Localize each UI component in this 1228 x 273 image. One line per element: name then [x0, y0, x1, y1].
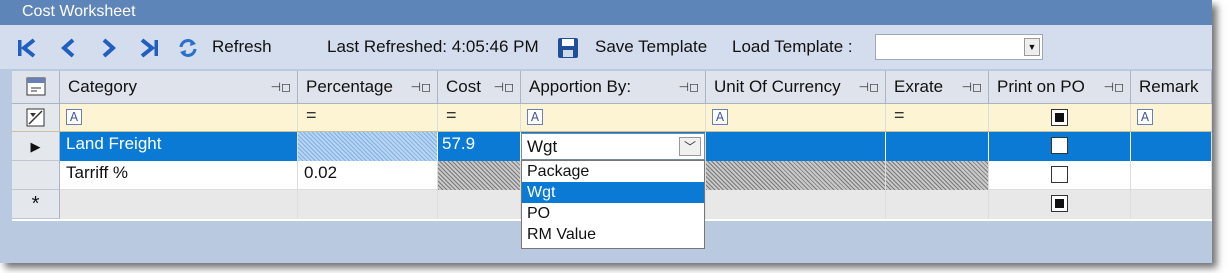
- new-row-icon[interactable]: *: [12, 190, 60, 219]
- cell-print-on-po[interactable]: [989, 161, 1131, 190]
- column-header-category[interactable]: Category ⊣◻: [60, 71, 298, 104]
- filter-exrate[interactable]: =: [886, 104, 989, 131]
- filter-cost[interactable]: =: [438, 104, 521, 131]
- filter-percentage[interactable]: =: [298, 104, 438, 131]
- column-chooser-corner[interactable]: [12, 71, 60, 104]
- column-header-label: Exrate: [894, 77, 944, 96]
- cell-unit-of-currency[interactable]: [706, 161, 886, 190]
- filter-operator-contains[interactable]: A: [1137, 109, 1153, 125]
- dropdown-option-rm-value[interactable]: RM Value: [522, 224, 704, 245]
- cell-category[interactable]: Land Freight: [60, 132, 298, 161]
- print-on-po-checkbox[interactable]: [1051, 166, 1068, 183]
- cell-print-on-po[interactable]: [989, 132, 1131, 161]
- print-on-po-checkbox[interactable]: [1051, 137, 1068, 154]
- filter-print-on-po[interactable]: [989, 104, 1131, 131]
- cell-cost[interactable]: 57.9: [438, 132, 521, 161]
- current-row-indicator-icon[interactable]: ▶: [12, 132, 60, 161]
- cell-cost[interactable]: [438, 190, 521, 219]
- filter-operator-contains[interactable]: A: [712, 109, 728, 125]
- filter-operator-equals[interactable]: =: [306, 105, 317, 126]
- cell-unit-of-currency[interactable]: [706, 132, 886, 161]
- cell-percentage[interactable]: 0.02: [298, 161, 438, 190]
- refresh-button[interactable]: Refresh: [212, 25, 272, 69]
- apportion-by-value: Wgt: [527, 137, 558, 156]
- column-header-label: Category: [68, 77, 137, 96]
- window-title: Cost Worksheet: [0, 0, 1212, 25]
- dropdown-option-po[interactable]: PO: [522, 203, 704, 224]
- filter-row-header[interactable]: [12, 104, 60, 131]
- cell-remark[interactable]: [1131, 190, 1212, 219]
- column-header-exrate[interactable]: Exrate ⊣◻: [886, 71, 989, 104]
- row-header[interactable]: [12, 161, 60, 190]
- filter-remark[interactable]: A: [1131, 104, 1212, 131]
- pin-icon[interactable]: ⊣◻: [679, 71, 699, 103]
- apportion-by-editor[interactable]: Wgt ﹀: [521, 133, 705, 160]
- pin-icon[interactable]: ⊣◻: [859, 71, 879, 103]
- save-template-button[interactable]: Save Template: [595, 25, 707, 69]
- filter-operator-equals[interactable]: =: [446, 105, 457, 126]
- filter-operator-equals[interactable]: =: [894, 105, 905, 126]
- load-template-combo[interactable]: ▼: [875, 34, 1043, 60]
- column-header-label: Remark: [1139, 77, 1199, 96]
- filter-print-on-po-checkbox[interactable]: [1051, 109, 1068, 126]
- column-header-unit-of-currency[interactable]: Unit Of Currency ⊣◻: [706, 71, 886, 104]
- last-refreshed-text: Last Refreshed: 4:05:46 PM: [327, 37, 539, 56]
- column-chooser-icon: [26, 77, 46, 96]
- column-header-cost[interactable]: Cost ⊣◻: [438, 71, 521, 104]
- cell-exrate[interactable]: [886, 190, 989, 219]
- pin-icon[interactable]: ⊣◻: [411, 71, 431, 103]
- dropdown-option-package[interactable]: Package: [522, 161, 704, 182]
- cell-category[interactable]: Tarriff %: [60, 161, 298, 190]
- cell-category[interactable]: [60, 190, 298, 219]
- cell-percentage[interactable]: [298, 132, 438, 161]
- column-header-label: Percentage: [306, 77, 393, 96]
- chevron-down-icon[interactable]: ▼: [1024, 38, 1040, 56]
- column-header-label: Unit Of Currency: [714, 77, 841, 96]
- apportion-by-dropdown: Package Wgt PO RM Value: [521, 160, 705, 249]
- cell-print-on-po[interactable]: [989, 190, 1131, 219]
- toolbar: Refresh Last Refreshed: 4:05:46 PM Save …: [0, 25, 1212, 69]
- column-header-apportion-by[interactable]: Apportion By: ⊣◻: [521, 71, 706, 104]
- cell-cost[interactable]: [438, 161, 521, 190]
- last-record-icon[interactable]: [138, 37, 160, 59]
- cell-remark[interactable]: [1131, 132, 1212, 161]
- cell-exrate[interactable]: [886, 161, 989, 190]
- chevron-down-icon[interactable]: ﹀: [679, 137, 701, 156]
- cell-percentage[interactable]: [298, 190, 438, 219]
- save-icon[interactable]: [557, 37, 579, 59]
- column-header-print-on-po[interactable]: Print on PO ⊣◻: [989, 71, 1131, 104]
- column-header-label: Cost: [446, 77, 481, 96]
- cell-unit-of-currency[interactable]: [706, 190, 886, 219]
- pin-icon[interactable]: ⊣◻: [1104, 71, 1124, 103]
- next-record-icon[interactable]: [98, 37, 120, 59]
- cost-worksheet-window: Cost Worksheet Refresh Last Refreshed: 4…: [0, 0, 1212, 263]
- dropdown-option-wgt[interactable]: Wgt: [522, 182, 704, 203]
- pin-icon[interactable]: ⊣◻: [494, 71, 514, 103]
- column-header-label: Apportion By:: [529, 77, 632, 96]
- column-header-percentage[interactable]: Percentage ⊣◻: [298, 71, 438, 104]
- first-record-icon[interactable]: [16, 37, 38, 59]
- pin-icon[interactable]: ⊣◻: [962, 71, 982, 103]
- cell-exrate[interactable]: [886, 132, 989, 161]
- filter-operator-contains[interactable]: A: [66, 109, 82, 125]
- filter-unit-of-currency[interactable]: A: [706, 104, 886, 131]
- print-on-po-checkbox[interactable]: [1051, 195, 1068, 212]
- filter-row: A = = A A = A: [12, 104, 1212, 132]
- previous-record-icon[interactable]: [57, 37, 79, 59]
- pin-icon[interactable]: ⊣◻: [271, 71, 291, 103]
- cell-remark[interactable]: [1131, 161, 1212, 190]
- column-header-label: Print on PO: [997, 77, 1085, 96]
- filter-operator-contains[interactable]: A: [527, 109, 543, 125]
- filter-category[interactable]: A: [60, 104, 298, 131]
- load-template-label: Load Template :: [732, 37, 853, 56]
- filter-apportion-by[interactable]: A: [521, 104, 706, 131]
- column-header-remark[interactable]: Remark: [1131, 71, 1212, 104]
- refresh-icon[interactable]: [177, 37, 199, 59]
- clear-filter-icon: [26, 108, 45, 127]
